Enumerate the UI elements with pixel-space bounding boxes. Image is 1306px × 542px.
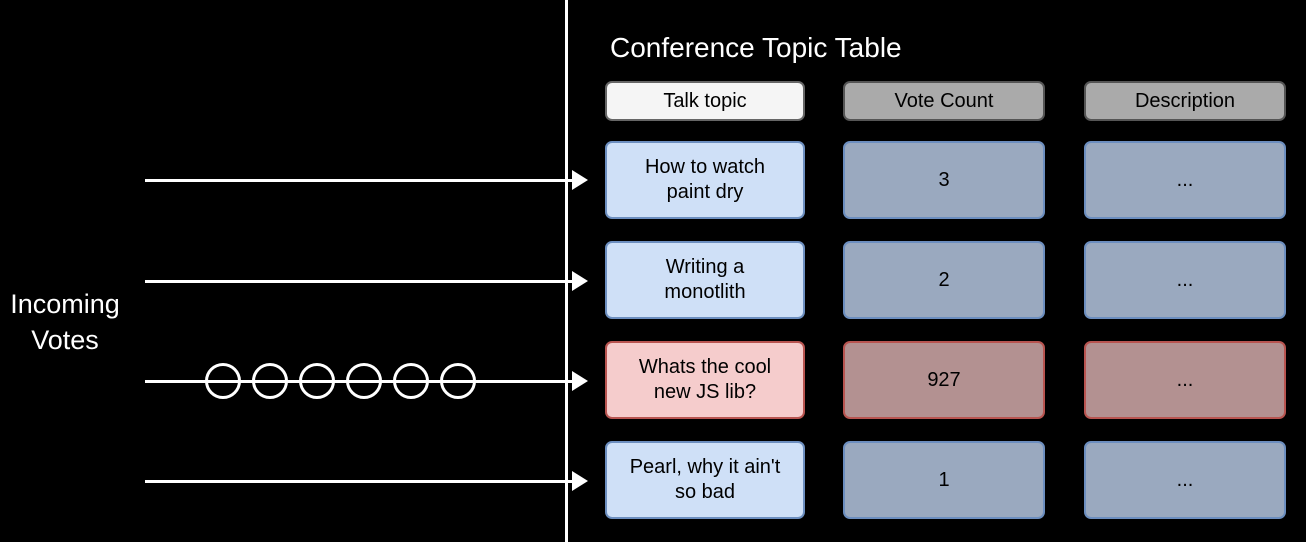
table-cell-votes[interactable]: 2 [843,241,1045,319]
table-cell-votes[interactable]: 1 [843,441,1045,519]
table-cell-description[interactable]: ... [1084,141,1286,219]
incoming-votes-label: Incoming Votes [10,289,120,355]
vote-feed-arrow-icon [572,170,588,190]
vote-feed-arrow-icon [572,371,588,391]
vote-token-circle [205,363,241,399]
column-header-description[interactable]: Description [1084,81,1286,121]
vote-token-circle [252,363,288,399]
vote-token-circle [346,363,382,399]
vote-feed-arrow-icon [572,471,588,491]
page-title: Conference Topic Table [610,32,902,63]
vote-feed-line [145,480,572,483]
vote-feed-line [145,280,572,283]
table-cell-votes[interactable]: 927 [843,341,1045,419]
diagram-canvas: Incoming Votes Conference Topic Table Ta… [0,0,1306,542]
table-cell-votes[interactable]: 3 [843,141,1045,219]
table-cell-topic[interactable]: Whats the cool new JS lib? [605,341,805,419]
table-cell-description[interactable]: ... [1084,441,1286,519]
table-cell-description[interactable]: ... [1084,341,1286,419]
table-cell-topic[interactable]: Pearl, why it ain't so bad [605,441,805,519]
vote-feed-line [145,179,572,182]
column-header-votes[interactable]: Vote Count [843,81,1045,121]
vote-token-circle [440,363,476,399]
table-cell-description[interactable]: ... [1084,241,1286,319]
table-cell-topic[interactable]: How to watch paint dry [605,141,805,219]
column-header-topic[interactable]: Talk topic [605,81,805,121]
panel-divider [565,0,568,542]
vote-feed-arrow-icon [572,271,588,291]
vote-token-circle [299,363,335,399]
table-cell-topic[interactable]: Writing a monotlith [605,241,805,319]
vote-token-circle [393,363,429,399]
